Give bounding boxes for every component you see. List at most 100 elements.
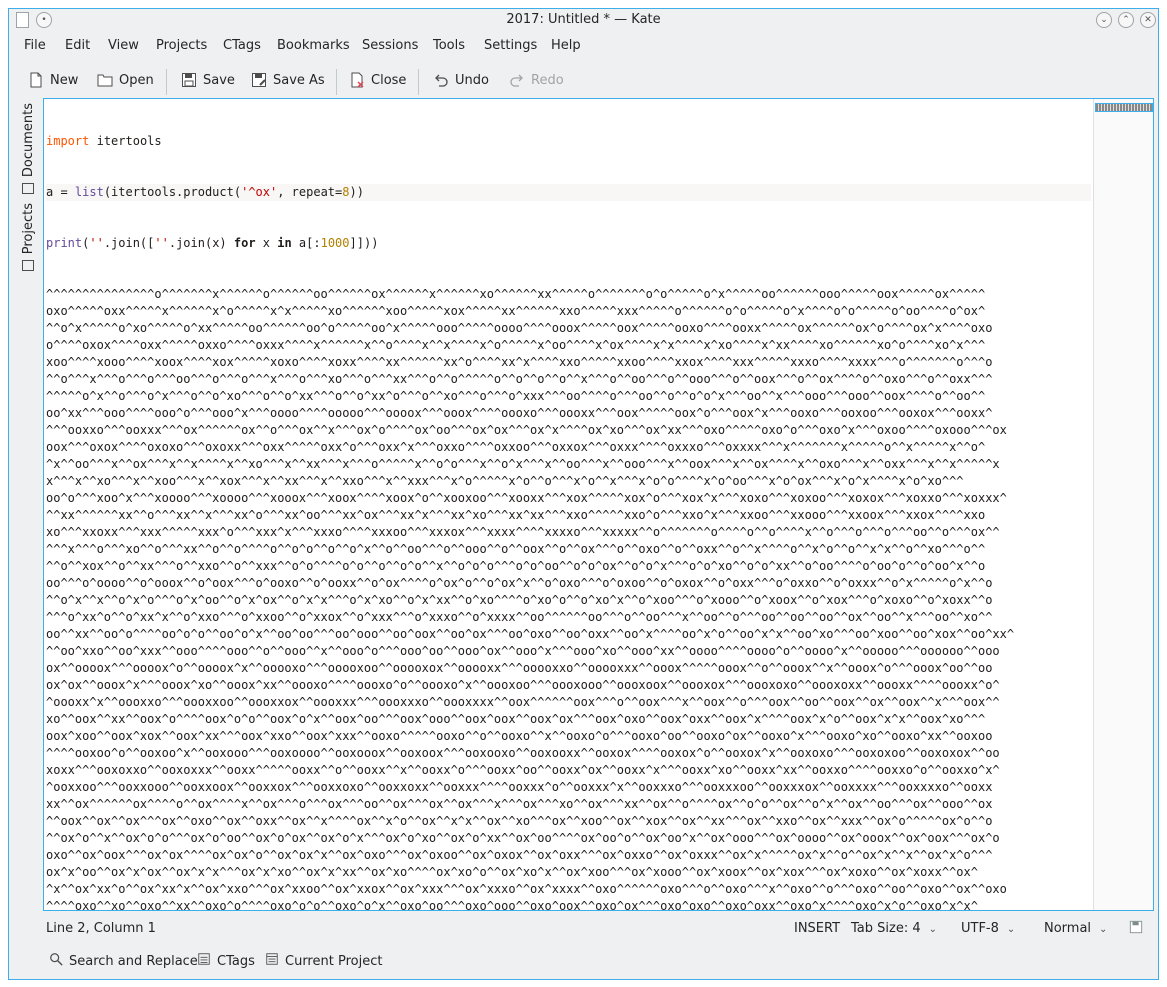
toolbar-separator (336, 69, 337, 95)
close-button[interactable]: Close (349, 69, 406, 91)
output-line: oox^xoo^^oox^xox^^oox^xx^^^oox^xxo^^oox^… (46, 729, 993, 743)
minimap[interactable] (1093, 99, 1153, 910)
output-line: oo^^^o^oooo^^o^ooox^^o^oox^^^o^ooxo^^o^o… (46, 576, 993, 590)
toolbar-separator (418, 69, 419, 95)
output-line: ox^x^oo^^ox^x^ox^^ox^x^x^^^ox^x^xo^^ox^x… (46, 865, 978, 879)
save-button[interactable]: Save (181, 69, 235, 91)
redo-button[interactable]: Redo (509, 69, 564, 91)
tab-projects[interactable]: Projects (17, 203, 39, 272)
close-window-button[interactable]: ✕ (1140, 12, 1156, 28)
close-label: Close (371, 72, 407, 88)
menu-help[interactable]: Help (551, 38, 581, 53)
output-line: ^^o^^xox^^o^^xx^^^o^^xxo^^o^^xxx^^o^o^^^… (46, 559, 986, 573)
output-line: xoo^^^^xooo^^^^xoox^^^^xox^^^^^xoxo^^^^x… (46, 355, 993, 369)
encoding-label: UTF-8 (961, 921, 999, 936)
highlight-mode-selector[interactable]: Normal ⌄ (1044, 921, 1107, 936)
close-document-icon (349, 72, 365, 88)
chevron-down-icon: ⌄ (928, 924, 937, 935)
search-and-replace-tab[interactable]: Search and Replace (49, 952, 198, 970)
output-text: ^^^^^^^^^^^^^^^o^^^^^^^x^^^^^^o^^^^^^oo^… (46, 286, 1091, 911)
menu-bar: File Edit View Projects CTags Bookmarks … (9, 35, 1158, 57)
menu-settings[interactable]: Settings (484, 38, 537, 53)
output-line: ^^^^ooxoo^o^^ooxoo^x^^ooxooo^^^ooxoooo^^… (46, 746, 1000, 760)
output-line: ^^o^x^^x^^o^x^o^^^o^x^oo^^o^x^ox^^o^x^x^… (46, 593, 993, 607)
output-line: oo^o^^^xoo^x^^^xoooo^^^xoooo^^^xooox^^^x… (46, 491, 1007, 505)
ctags-tab-label: CTags (217, 953, 255, 969)
output-line: ^^^o^xx^o^^o^xx^x^^o^xxo^^^o^xxoo^^o^xxo… (46, 610, 993, 624)
output-line: ^^^^^o^x^^o^^^o^x^^^o^^o^xo^^^o^^o^xx^^^… (46, 389, 986, 403)
output-line: oxo^^^^^oxx^^^^^x^^^^^^x^o^^^^^x^x^^^^^x… (46, 304, 986, 318)
ctags-tab[interactable]: CTags (197, 952, 255, 970)
output-line: ox^^oooox^^^oooox^o^^oooox^x^^ooooxo^^^o… (46, 661, 993, 675)
output-line: ^^xx^^^^^^xx^^o^^^xx^^x^^^xx^o^^^xx^oo^^… (46, 508, 986, 522)
ctags-icon (197, 952, 211, 970)
minimize-button[interactable]: ⌄ (1096, 12, 1112, 28)
output-line: x^^^x^^xo^^^x^^xoo^^^x^^xox^^^x^^xx^^^x^… (46, 474, 964, 488)
project-icon (265, 952, 279, 970)
open-button[interactable]: Open (97, 69, 154, 91)
bottom-toolview-bar: Search and Replace CTags Current Project (9, 947, 1158, 973)
cursor-position[interactable]: Line 2, Column 1 (46, 921, 156, 936)
input-mode[interactable]: INSERT (794, 921, 840, 936)
chevron-down-icon: ⌄ (1099, 924, 1108, 935)
minimap-viewport[interactable] (1095, 103, 1153, 112)
menu-edit[interactable]: Edit (65, 38, 90, 53)
output-line: ^^^^oxo^^xo^^oxo^^xx^^oxo^o^^^^oxo^o^o^^… (46, 899, 978, 911)
current-project-tab[interactable]: Current Project (265, 952, 382, 970)
code-line-current: a = list(itertools.product('^ox', repeat… (46, 184, 1091, 201)
toolbar-separator (166, 69, 167, 95)
new-document-icon (28, 72, 44, 88)
undo-button[interactable]: Undo (433, 69, 489, 91)
menu-view[interactable]: View (108, 38, 139, 53)
highlight-mode-label: Normal (1044, 921, 1092, 936)
undo-label: Undo (455, 72, 489, 88)
menu-sessions[interactable]: Sessions (362, 38, 418, 53)
tab-size-label: Tab Size: 4 (851, 921, 921, 936)
redo-icon (509, 72, 525, 88)
tab-documents[interactable]: Documents (17, 103, 39, 195)
output-line: xoxx^^^ooxoxxo^^ooxoxxx^^ooxx^^^^^ooxx^^… (46, 763, 1000, 777)
output-line: oo^^xx^^oo^o^^^^oo^o^o^^oo^o^x^^oo^oo^^^… (46, 627, 1015, 641)
output-line: ^^^^^^^^^^^^^^^o^^^^^^^x^^^^^^o^^^^^^oo^… (46, 287, 986, 301)
output-line: ox^ox^^ooox^x^^^ooox^xo^^ooox^xx^^oooxo^… (46, 678, 1000, 692)
menu-file[interactable]: File (24, 38, 46, 53)
search-tab-label: Search and Replace (69, 953, 198, 969)
save-as-icon (251, 72, 267, 88)
code-line: print(''.join([''.join(x) for x in a[:10… (46, 236, 379, 250)
new-label: New (50, 72, 79, 88)
maximize-button[interactable]: ⌃ (1118, 12, 1134, 28)
document-saved-icon[interactable] (1129, 920, 1143, 938)
save-as-button[interactable]: Save As (251, 69, 325, 91)
menu-bookmarks[interactable]: Bookmarks (277, 38, 350, 53)
menu-projects[interactable]: Projects (156, 38, 207, 53)
code-line: import itertools (46, 134, 162, 148)
new-button[interactable]: New (28, 69, 78, 91)
menu-tools[interactable]: Tools (433, 38, 465, 53)
menu-ctags[interactable]: CTags (223, 38, 261, 53)
search-icon (49, 952, 63, 970)
save-as-label: Save As (273, 72, 325, 88)
encoding-selector[interactable]: UTF-8 ⌄ (961, 921, 1015, 936)
code-module: itertools (96, 134, 162, 148)
folder-open-icon (97, 72, 113, 88)
save-label: Save (203, 72, 235, 88)
main-toolbar: New Open Save Save As Close Undo Redo (9, 63, 1158, 97)
documents-tab-label: Documents (20, 103, 36, 178)
output-line: xx^^ox^^^^^^ox^^^^o^^ox^^^^x^^ox^^^o^^^o… (46, 797, 993, 811)
output-line: ^^oox^^ox^^ox^^^ox^^oxo^^ox^^oxx^^ox^^x^… (46, 814, 993, 828)
title-bar: • 2017: Untitled * — Kate ⌄ ⌃ ✕ (9, 9, 1158, 31)
kate-window: • 2017: Untitled * — Kate ⌄ ⌃ ✕ File Edi… (8, 8, 1159, 980)
output-line: ^^oo^xxo^^oo^xxx^^ooo^^^^ooo^^o^^ooo^^x^… (46, 644, 1000, 658)
output-line: ^^ox^o^^x^^ox^o^o^^^ox^o^oo^^ox^o^ox^^ox… (46, 831, 1000, 845)
save-icon (181, 72, 197, 88)
output-line: ^^o^x^^^^^o^xo^^^^^o^xx^^^^^oo^^^^^^oo^o… (46, 321, 993, 335)
output-line: ^x^^oo^^^x^^ox^^^x^^x^^^^x^^xo^^^x^^xx^^… (46, 457, 1000, 471)
output-line: ^x^^ox^xx^o^^ox^xx^x^^ox^xxo^^^ox^xxoo^^… (46, 882, 1007, 896)
chevron-down-icon: ⌄ (1006, 924, 1016, 935)
output-line: ^^^ooxxo^^^ooxxx^^^ox^^^^^^ox^^o^^^ox^^x… (46, 423, 1007, 437)
tab-size-selector[interactable]: Tab Size: 4 ⌄ (851, 921, 937, 936)
code-area[interactable]: import itertools a = list(itertools.prod… (46, 99, 1091, 911)
open-label: Open (119, 72, 154, 88)
editor-view[interactable]: import itertools a = list(itertools.prod… (43, 98, 1154, 911)
output-line: xo^^^xxoxx^^^xxx^^^^^xxx^o^^^xxx^x^^^xxx… (46, 525, 1000, 539)
